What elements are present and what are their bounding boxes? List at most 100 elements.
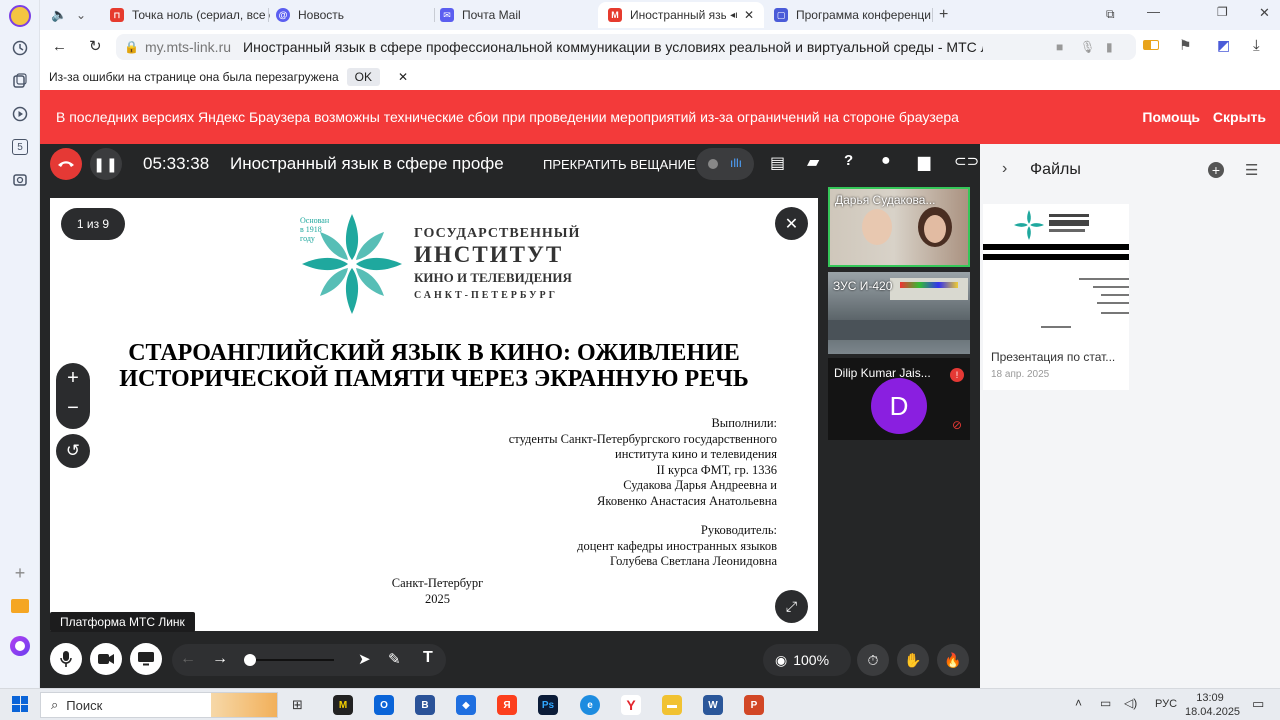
document-icon[interactable]: ▆ — [918, 152, 930, 172]
add-icon[interactable]: + — [8, 561, 32, 585]
video-icon[interactable] — [8, 102, 32, 126]
avatar: D — [871, 378, 927, 434]
audio-level-icon: ıllı — [730, 156, 742, 170]
infobar-close-icon[interactable]: ✕ — [398, 70, 408, 84]
slide-slider-track[interactable] — [256, 659, 334, 661]
new-tab-button[interactable]: + — [934, 2, 956, 28]
camera-button[interactable] — [90, 643, 122, 675]
file-card[interactable]: Презентация по стат... 18 апр. 2025 — [983, 204, 1129, 390]
bookmark-icon[interactable]: ▮ — [1106, 40, 1113, 54]
infobar-ok-button[interactable]: OK — [346, 68, 380, 86]
taskbar-search[interactable]: ⌕ Поиск — [40, 692, 278, 718]
link-icon[interactable]: ⊂⊃ — [954, 152, 979, 170]
taskbar-explorer-icon[interactable]: ▬ — [662, 695, 682, 715]
close-window-icon[interactable]: ✕ — [1259, 5, 1270, 21]
chat-icon[interactable]: ▰ — [807, 152, 819, 172]
tray-overflow-icon[interactable]: ˄ — [1075, 696, 1082, 710]
bookmarks-icon[interactable]: ⧉ — [1106, 7, 1115, 22]
sync-icon[interactable]: ◩ — [1217, 37, 1230, 54]
minimize-icon[interactable]: — — [1147, 4, 1160, 19]
tab-pochta-mail[interactable]: ✉ Почта Mail — [430, 2, 600, 28]
alice-icon[interactable] — [8, 634, 32, 658]
mail-envelope-favicon: ✉ — [440, 8, 454, 22]
agenda-icon[interactable]: ▤ — [770, 153, 785, 173]
volume-icon[interactable]: ◁) — [1124, 696, 1137, 710]
add-file-icon[interactable]: + — [1208, 162, 1224, 178]
reload-icon[interactable]: ↻ — [89, 37, 102, 55]
taskbar-outlook-icon[interactable]: O — [374, 695, 394, 715]
timer-button[interactable]: ⏱ — [857, 644, 889, 676]
participant-tile-zus[interactable]: ЗУС И-420 — [828, 272, 970, 354]
battery-icon[interactable] — [1143, 40, 1159, 50]
prev-slide-icon[interactable]: ← — [180, 650, 196, 668]
taskbar-app-miro-icon[interactable]: M — [333, 695, 353, 715]
channel-5-icon[interactable]: 5 — [8, 135, 32, 159]
collapse-panel-icon[interactable]: › — [1002, 160, 1007, 178]
reset-zoom-button[interactable]: ↺ — [56, 434, 90, 468]
banner-help-link[interactable]: Помощь — [1142, 109, 1200, 125]
tab-audio-icon[interactable]: ◂ı — [730, 10, 738, 21]
microphone-button[interactable] — [50, 643, 82, 675]
back-icon[interactable]: ← — [52, 38, 67, 55]
screen-share-button[interactable] — [130, 643, 162, 675]
tab-close-icon[interactable]: ✕ — [744, 8, 754, 22]
fullscreen-button[interactable]: ⤢ — [775, 590, 808, 623]
taskbar-dropbox-icon[interactable]: ◆ — [456, 695, 476, 715]
profile-avatar[interactable] — [8, 4, 32, 28]
network-icon[interactable]: ▭ — [1100, 696, 1111, 710]
close-slide-button[interactable]: ✕ — [775, 207, 808, 240]
stop-broadcast-button[interactable]: ПРЕКРАТИТЬ ВЕЩАНИЕ — [543, 157, 696, 172]
list-view-icon[interactable]: ☰ — [1245, 161, 1258, 179]
downloads-icon[interactable]: ⤓ — [1253, 37, 1260, 54]
broadcast-status-pill[interactable]: ıllı — [696, 148, 754, 180]
viewers-count[interactable]: ◉ 100% — [763, 644, 851, 676]
raise-hand-button[interactable]: ✋ — [897, 644, 929, 676]
tab-list-dropdown[interactable]: ⌄ — [70, 2, 94, 28]
task-view-icon[interactable]: ⊞ — [292, 697, 303, 713]
zoom-in-button[interactable]: + — [56, 367, 90, 393]
notifications-icon[interactable]: ▭ — [1252, 696, 1264, 712]
reactions-button[interactable]: 🔥 — [937, 644, 969, 676]
participants-icon[interactable]: ● — [881, 152, 891, 170]
session-timer: 05:33:38 — [143, 154, 210, 173]
camera-icon[interactable]: ■ — [1056, 40, 1063, 54]
tab-novost[interactable]: @ Новость — [266, 2, 436, 28]
maximize-icon[interactable]: ❐ — [1217, 5, 1228, 19]
windows-start-icon[interactable] — [12, 696, 28, 712]
tab-tochka-nol[interactable]: ⊓ Точка ноль (сериал, все с — [100, 2, 270, 28]
end-call-button[interactable] — [50, 148, 82, 180]
tab-programma[interactable]: ▢ Программа конференци — [764, 2, 934, 28]
pause-button[interactable]: ❚❚ — [90, 148, 122, 180]
url-bar[interactable]: 🔒 my.mts-link.ru Иностранный язык в сфер… — [116, 34, 1136, 60]
history-icon[interactable] — [8, 36, 32, 60]
pointer-icon[interactable]: ➤ — [358, 650, 371, 668]
extensions-icon[interactable]: ⚑ — [1179, 37, 1192, 54]
banner-hide-link[interactable]: Скрыть — [1213, 109, 1266, 125]
slide-slider-handle[interactable] — [244, 654, 256, 666]
tab-inostranny-yazyk[interactable]: M Иностранный язык ◂ı ✕ — [598, 2, 764, 28]
next-slide-icon[interactable]: → — [212, 650, 228, 668]
participant-name: Дарья Судакова... — [835, 193, 936, 207]
speaker-icon: 🔈 — [51, 7, 68, 22]
text-tool-icon[interactable]: T — [423, 649, 433, 667]
keyboard-language[interactable]: РУС — [1155, 698, 1177, 710]
zoom-out-button[interactable]: − — [56, 397, 90, 423]
mail-icon[interactable] — [8, 594, 32, 618]
taskbar-photoshop-icon[interactable]: Ps — [538, 695, 558, 715]
participant-tile-dilip[interactable]: Dilip Kumar Jais... ! D ⊘ — [828, 358, 970, 440]
taskbar-word-icon[interactable]: W — [703, 695, 723, 715]
taskbar-vk-icon[interactable]: B — [415, 695, 435, 715]
screenshot-icon[interactable] — [8, 168, 32, 192]
questions-icon[interactable]: ? — [844, 152, 853, 169]
microphone-icon[interactable]: 🎙 — [1080, 40, 1095, 54]
clock[interactable]: 13:09 18.04.2025 — [1185, 691, 1240, 719]
taskbar-powerpoint-icon[interactable]: P — [744, 695, 764, 715]
pen-icon[interactable]: ✎ — [388, 650, 401, 668]
taskbar-yandex-browser-icon[interactable]: Y — [621, 695, 641, 715]
collections-icon[interactable] — [8, 69, 32, 93]
logo-line-3: КИНО И ТЕЛЕВИДЕНИЯ — [414, 270, 572, 285]
participant-tile-darya[interactable]: Дарья Судакова... — [828, 187, 970, 267]
taskbar-edge-icon[interactable]: e — [580, 695, 600, 715]
platform-label: Платформа МТС Линк — [50, 612, 195, 632]
taskbar-yandex-icon[interactable]: Я — [497, 695, 517, 715]
